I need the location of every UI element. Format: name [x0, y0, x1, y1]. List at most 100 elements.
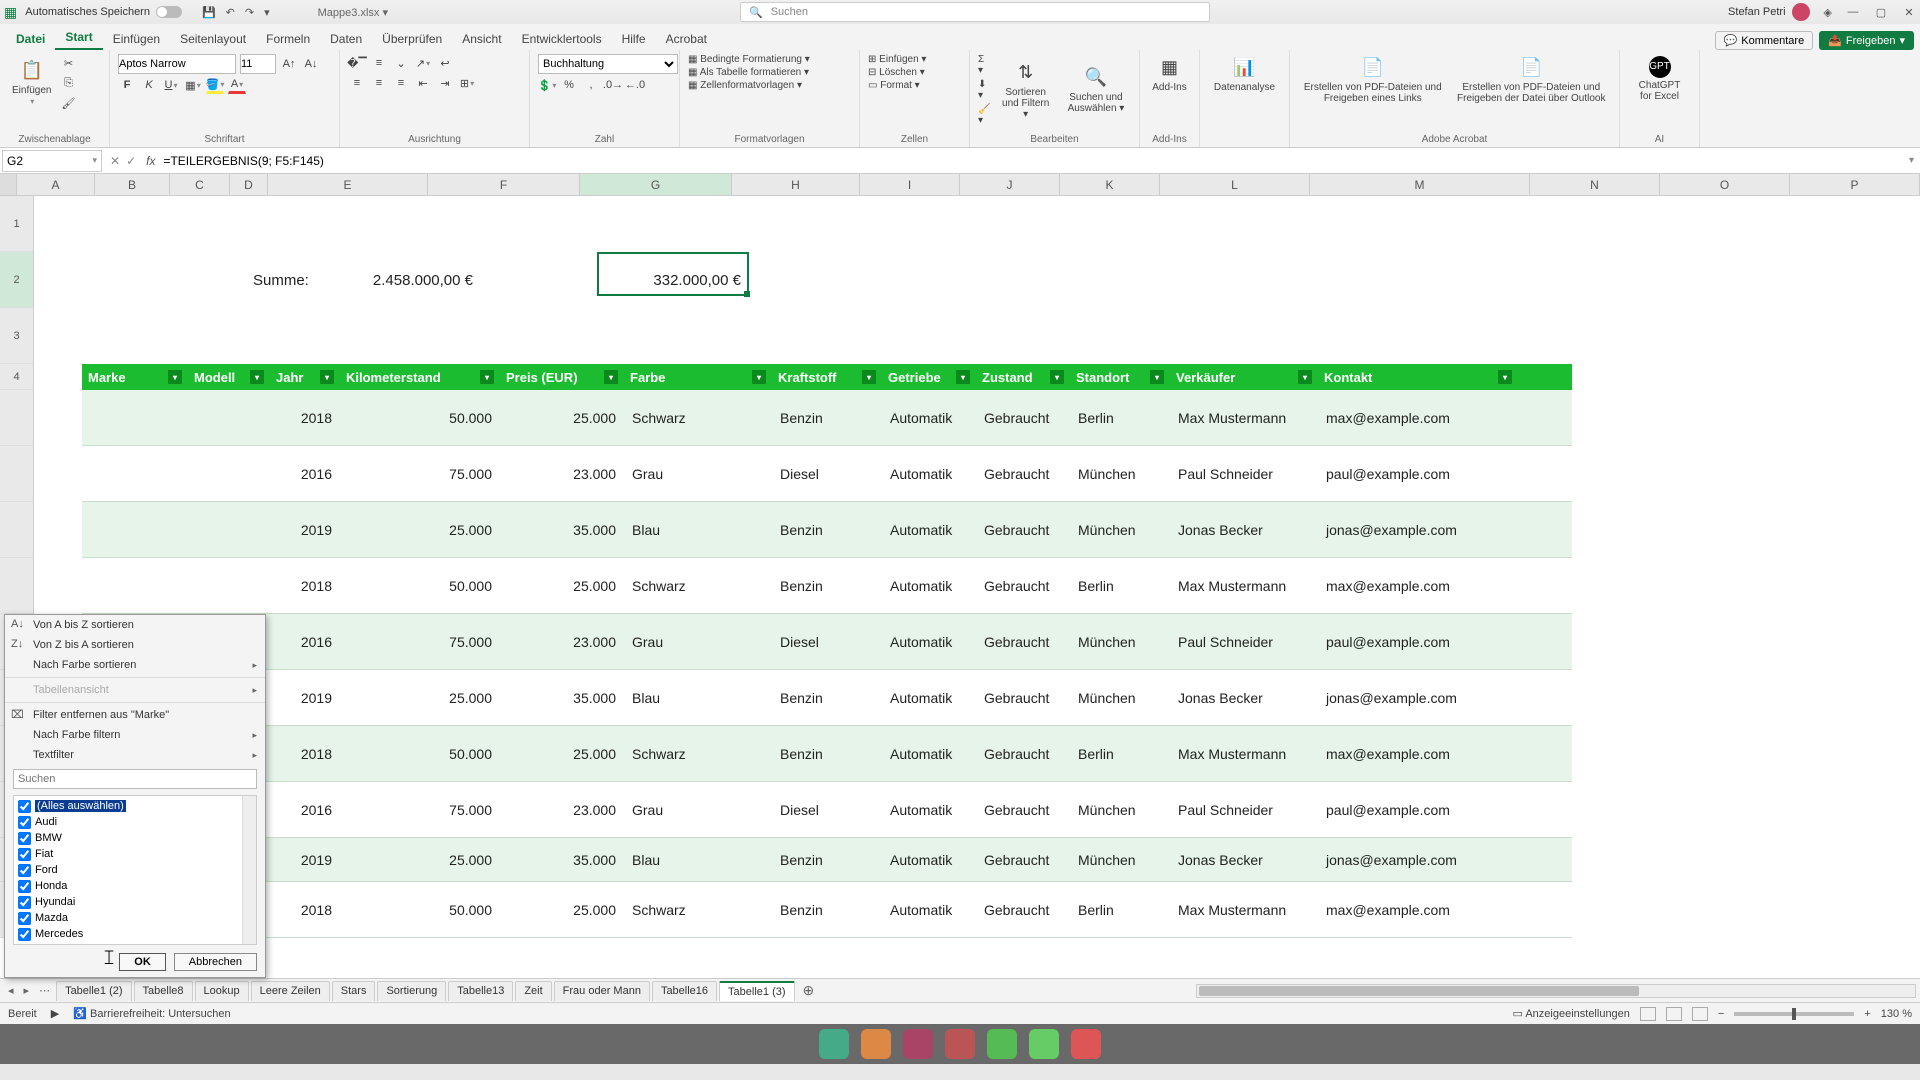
minimize-button[interactable]: — — [1846, 6, 1860, 18]
table-cell[interactable]: Jonas Becker — [1170, 690, 1318, 706]
column-header[interactable]: I — [860, 174, 960, 195]
column-header[interactable]: C — [170, 174, 230, 195]
align-middle-button[interactable]: ≡ — [370, 54, 388, 72]
table-cell[interactable]: 25.000 — [340, 690, 500, 706]
table-header-cell[interactable]: Kraftstoff▾ — [772, 370, 882, 385]
table-cell[interactable]: Automatik — [882, 410, 976, 426]
zoom-in-button[interactable]: + — [1864, 1008, 1870, 1020]
align-right-button[interactable]: ≡ — [392, 74, 410, 92]
table-cell[interactable]: paul@example.com — [1318, 634, 1518, 650]
column-header[interactable]: L — [1160, 174, 1310, 195]
text-filter-item[interactable]: Textfilter▸ — [5, 745, 265, 765]
table-header-cell[interactable]: Kilometerstand▾ — [340, 370, 500, 385]
page-layout-view-button[interactable] — [1666, 1007, 1682, 1021]
maximize-button[interactable]: ▢ — [1874, 6, 1888, 19]
filter-dropdown-button[interactable]: ▾ — [320, 370, 334, 384]
expand-formula-icon[interactable]: ▾ — [1903, 155, 1920, 166]
save-icon[interactable]: 💾 — [202, 6, 216, 19]
filter-dropdown-button[interactable]: ▾ — [956, 370, 970, 384]
sheet-tab[interactable]: Tabelle1 (2) — [56, 981, 131, 1001]
formula-input[interactable] — [159, 150, 1903, 172]
filter-checklist[interactable]: (Alles auswählen)AudiBMWFiatFordHondaHyu… — [13, 795, 257, 945]
table-cell[interactable]: 25.000 — [500, 902, 624, 918]
taskbar-app[interactable] — [903, 1029, 933, 1059]
select-all-triangle[interactable] — [0, 174, 17, 195]
table-cell[interactable]: 50.000 — [340, 410, 500, 426]
table-cell[interactable]: Paul Schneider — [1170, 466, 1318, 482]
table-cell[interactable]: Automatik — [882, 802, 976, 818]
border-button[interactable]: ▦▾ — [184, 76, 202, 94]
status-accessibility[interactable]: ♿ Barrierefreiheit: Untersuchen — [73, 1007, 230, 1020]
filter-item-checkbox[interactable] — [18, 848, 31, 861]
table-cell[interactable]: max@example.com — [1318, 578, 1518, 594]
font-name-combo[interactable] — [118, 54, 236, 74]
sheet-tab[interactable]: Tabelle16 — [652, 981, 717, 1001]
table-cell[interactable]: 25.000 — [340, 522, 500, 538]
table-cell[interactable]: 2019 — [270, 522, 340, 538]
filter-checklist-item[interactable]: BMW — [16, 830, 254, 846]
decrease-decimal-button[interactable]: ←.0 — [626, 76, 644, 94]
table-cell[interactable]: Benzin — [772, 746, 882, 762]
table-cell[interactable]: München — [1070, 802, 1170, 818]
table-cell[interactable]: Jonas Becker — [1170, 852, 1318, 868]
delete-cells-button[interactable]: ⊟ Löschen ▾ — [868, 67, 961, 78]
sort-az-item[interactable]: A↓Von A bis Z sortieren — [5, 615, 265, 635]
table-cell[interactable]: 50.000 — [340, 746, 500, 762]
table-cell[interactable]: Max Mustermann — [1170, 578, 1318, 594]
indent-increase-button[interactable]: ⇥ — [436, 74, 454, 92]
table-cell[interactable]: jonas@example.com — [1318, 852, 1518, 868]
filter-item-checkbox[interactable] — [18, 832, 31, 845]
table-cell[interactable]: Benzin — [772, 852, 882, 868]
toggle-off-icon[interactable] — [156, 6, 182, 18]
percent-button[interactable]: % — [560, 76, 578, 94]
zoom-out-button[interactable]: − — [1718, 1008, 1724, 1020]
table-cell[interactable]: Diesel — [772, 634, 882, 650]
table-cell[interactable]: paul@example.com — [1318, 466, 1518, 482]
tab-entwicklertools[interactable]: Entwicklertools — [512, 28, 612, 50]
sheet-tab[interactable]: Lookup — [195, 981, 249, 1001]
table-cell[interactable]: 2018 — [270, 902, 340, 918]
table-cell[interactable]: 35.000 — [500, 522, 624, 538]
row-header[interactable]: 4 — [0, 364, 33, 390]
indent-decrease-button[interactable]: ⇤ — [414, 74, 432, 92]
table-cell[interactable]: Max Mustermann — [1170, 410, 1318, 426]
horizontal-scrollbar[interactable] — [1196, 984, 1916, 998]
status-macro-icon[interactable]: ▶ — [51, 1007, 59, 1020]
tab-hilfe[interactable]: Hilfe — [612, 28, 656, 50]
table-cell[interactable]: Benzin — [772, 522, 882, 538]
table-cell[interactable]: max@example.com — [1318, 410, 1518, 426]
conditional-formatting-button[interactable]: ▦ Bedingte Formatierung ▾ — [688, 54, 851, 65]
normal-view-button[interactable] — [1640, 1007, 1656, 1021]
table-cell[interactable]: 25.000 — [500, 578, 624, 594]
table-cell[interactable]: Gebraucht — [976, 522, 1070, 538]
filter-checklist-item[interactable]: Fiat — [16, 846, 254, 862]
decrease-font-button[interactable]: A↓ — [302, 55, 320, 73]
table-cell[interactable]: Diesel — [772, 466, 882, 482]
taskbar-app[interactable] — [861, 1029, 891, 1059]
table-cell[interactable]: jonas@example.com — [1318, 690, 1518, 706]
zoom-slider[interactable] — [1734, 1012, 1854, 1016]
table-cell[interactable]: München — [1070, 690, 1170, 706]
table-cell[interactable]: 25.000 — [500, 410, 624, 426]
format-painter-button[interactable]: 🖌 — [59, 94, 77, 112]
fill-button[interactable]: ⬇ ▾ — [978, 79, 990, 101]
table-cell[interactable]: Blau — [624, 690, 772, 706]
search-box[interactable]: 🔍 Suchen — [740, 2, 1210, 22]
table-cell[interactable]: München — [1070, 466, 1170, 482]
table-cell[interactable]: max@example.com — [1318, 746, 1518, 762]
diamond-icon[interactable]: ◈ — [1824, 6, 1832, 19]
comments-button[interactable]: 💬 Kommentare — [1715, 31, 1814, 50]
table-header-cell[interactable]: Zustand▾ — [976, 370, 1070, 385]
addins-button[interactable]: ▦Add-Ins — [1148, 54, 1191, 95]
column-header[interactable]: F — [428, 174, 580, 195]
table-cell[interactable]: Schwarz — [624, 578, 772, 594]
tab-formeln[interactable]: Formeln — [256, 28, 320, 50]
table-cell[interactable]: Gebraucht — [976, 690, 1070, 706]
table-cell[interactable]: München — [1070, 852, 1170, 868]
accept-formula-icon[interactable]: ✓ — [126, 154, 136, 168]
table-cell[interactable]: 25.000 — [500, 746, 624, 762]
table-cell[interactable]: Automatik — [882, 746, 976, 762]
table-cell[interactable]: Paul Schneider — [1170, 802, 1318, 818]
table-cell[interactable]: Jonas Becker — [1170, 522, 1318, 538]
page-break-view-button[interactable] — [1692, 1007, 1708, 1021]
